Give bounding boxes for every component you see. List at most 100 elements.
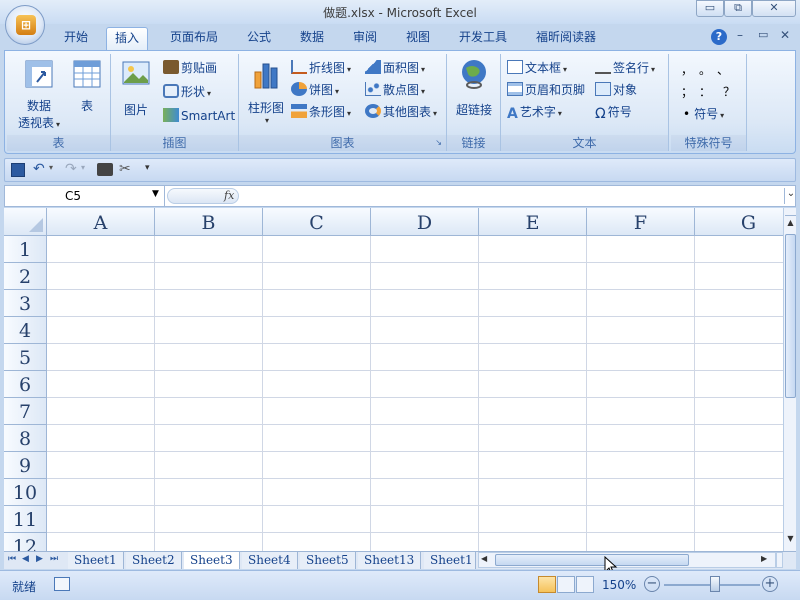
smartart-button[interactable]: SmartArt (163, 106, 235, 126)
tab-foxit-reader[interactable]: 福昕阅读器 (528, 27, 604, 50)
picture-button[interactable]: 图片 (115, 58, 157, 118)
tab-page-layout[interactable]: 页面布局 (162, 27, 226, 50)
vertical-scrollbar[interactable]: ▲ ▼ (783, 208, 796, 551)
row-header-2[interactable]: 2 (4, 263, 47, 290)
tab-formulas[interactable]: 公式 (239, 27, 279, 50)
formula-input[interactable] (245, 186, 781, 206)
select-all-corner[interactable] (4, 208, 47, 236)
scroll-left-icon[interactable]: ◀ (481, 554, 487, 563)
ribbon-restore-button[interactable]: ▭ (758, 28, 768, 41)
expand-formula-bar-icon[interactable]: ⌄ (784, 188, 797, 204)
zoom-slider-thumb[interactable] (710, 576, 720, 592)
sheet-tab-sheet4[interactable]: Sheet4 (242, 552, 298, 569)
camera-icon[interactable] (97, 163, 113, 176)
scroll-right-icon[interactable]: ▶ (761, 554, 767, 563)
name-box-dropdown-icon[interactable]: ▼ (152, 189, 159, 199)
symbol-button[interactable]: Ω 符号 (595, 102, 632, 122)
row-header-6[interactable]: 6 (4, 371, 47, 398)
tab-developer[interactable]: 开发工具 (451, 27, 515, 50)
special-symbols-row1[interactable]: ，。、 (681, 60, 741, 80)
macro-record-icon[interactable] (54, 577, 70, 591)
wordart-button[interactable]: A 艺术字 ▾ (507, 102, 562, 122)
last-sheet-icon[interactable]: ⏭ (50, 554, 58, 564)
worksheet-grid[interactable]: ABCDEFG 1 2 3 4 5 6 7 8 9 10 11 12 (4, 208, 783, 551)
header-footer-button[interactable]: 页眉和页脚 (507, 80, 585, 100)
shapes-button[interactable]: 形状 ▾ (163, 82, 211, 102)
tab-view[interactable]: 视图 (398, 27, 438, 50)
object-button[interactable]: 对象 (595, 80, 637, 100)
row-header-10[interactable]: 10 (4, 479, 47, 506)
page-break-view-icon[interactable] (576, 576, 594, 593)
scatter-chart-button[interactable]: 散点图 ▾ (365, 80, 425, 100)
column-header-g[interactable]: G (695, 208, 783, 236)
hyperlink-button[interactable]: 超链接 (449, 58, 499, 118)
next-sheet-icon[interactable]: ▶ (36, 554, 43, 564)
row-header-11[interactable]: 11 (4, 506, 47, 533)
other-charts-button[interactable]: 其他图表 ▾ (365, 102, 437, 122)
row-header-12[interactable]: 12 (4, 533, 47, 551)
sheet-tab-sheet1[interactable]: Sheet1 (68, 552, 124, 569)
sheet-tab-sheet3[interactable]: Sheet3 (184, 552, 240, 569)
undo-dropdown-icon[interactable]: ▾ (49, 163, 53, 172)
special-symbol-button[interactable]: • 符号 ▾ (683, 104, 724, 124)
column-chart-button[interactable]: 柱形图 ▾ (243, 58, 289, 125)
tab-data[interactable]: 数据 (292, 27, 332, 50)
minimize-button[interactable]: ▭ (696, 0, 724, 17)
bar-chart-button[interactable]: 条形图 ▾ (291, 102, 351, 122)
area-chart-button[interactable]: 面积图 ▾ (365, 58, 425, 78)
line-chart-button[interactable]: 折线图 ▾ (291, 58, 351, 78)
normal-view-icon[interactable] (538, 576, 556, 593)
scroll-down-icon[interactable]: ▼ (785, 534, 796, 548)
pivot-table-button[interactable]: 数据 透视表 ▾ (11, 58, 67, 131)
row-header-3[interactable]: 3 (4, 290, 47, 317)
row-header-5[interactable]: 5 (4, 344, 47, 371)
office-button[interactable]: ⊞ (5, 5, 45, 45)
undo-icon[interactable]: ↶ (33, 161, 45, 177)
textbox-button[interactable]: 文本框 ▾ (507, 58, 567, 78)
tab-home[interactable]: 开始 (56, 27, 96, 50)
sheet-tab-sheet1-dup[interactable]: Sheet1 (424, 552, 476, 569)
tab-review[interactable]: 审阅 (345, 27, 385, 50)
pie-chart-button[interactable]: 饼图 ▾ (291, 80, 339, 100)
split-box-horizontal[interactable] (776, 552, 783, 568)
column-header-a[interactable]: A (47, 208, 155, 236)
prev-sheet-icon[interactable]: ◀ (22, 554, 29, 564)
zoom-level-text[interactable]: 150% (602, 578, 636, 592)
table-button[interactable]: 表 (67, 58, 107, 114)
ribbon-minimize-button[interactable]: – (737, 28, 743, 42)
row-header-9[interactable]: 9 (4, 452, 47, 479)
name-box[interactable]: C5 (5, 186, 165, 206)
page-layout-view-icon[interactable] (557, 576, 575, 593)
column-header-d[interactable]: D (371, 208, 479, 236)
tools-icon[interactable]: ✂ (119, 161, 131, 177)
horizontal-scroll-thumb[interactable] (495, 554, 689, 566)
column-header-c[interactable]: C (263, 208, 371, 236)
sheet-tab-sheet13[interactable]: Sheet13 (358, 552, 422, 569)
save-icon[interactable] (11, 163, 25, 177)
row-header-1[interactable]: 1 (4, 236, 47, 263)
sheet-tab-sheet2[interactable]: Sheet2 (126, 552, 182, 569)
customize-qat-icon[interactable]: ▾ (145, 163, 150, 173)
sheet-tab-sheet5[interactable]: Sheet5 (300, 552, 356, 569)
horizontal-scrollbar[interactable]: ◀ ▶ (478, 552, 776, 568)
fx-icon[interactable]: fx (224, 189, 234, 202)
help-icon[interactable]: ? (711, 29, 727, 45)
chart-dialog-launcher-icon[interactable]: ↘ (435, 135, 442, 151)
close-button[interactable]: ✕ (752, 0, 796, 17)
vertical-scroll-thumb[interactable] (785, 234, 796, 398)
row-header-8[interactable]: 8 (4, 425, 47, 452)
column-header-f[interactable]: F (587, 208, 695, 236)
clipart-button[interactable]: 剪贴画 (163, 58, 217, 78)
special-symbols-row2[interactable]: ；：？ (681, 82, 747, 102)
column-header-b[interactable]: B (155, 208, 263, 236)
column-header-e[interactable]: E (479, 208, 587, 236)
ribbon-close-button[interactable]: ✕ (780, 28, 790, 42)
tab-insert[interactable]: 插入 (106, 27, 149, 50)
zoom-in-icon[interactable]: + (762, 576, 778, 592)
signature-line-button[interactable]: 签名行 ▾ (595, 58, 655, 78)
restore-button[interactable]: ⧉ (724, 0, 752, 17)
row-header-4[interactable]: 4 (4, 317, 47, 344)
scroll-up-icon[interactable]: ▲ (785, 218, 796, 232)
first-sheet-icon[interactable]: ⏮ (8, 554, 16, 564)
split-box-vertical[interactable] (785, 208, 796, 216)
